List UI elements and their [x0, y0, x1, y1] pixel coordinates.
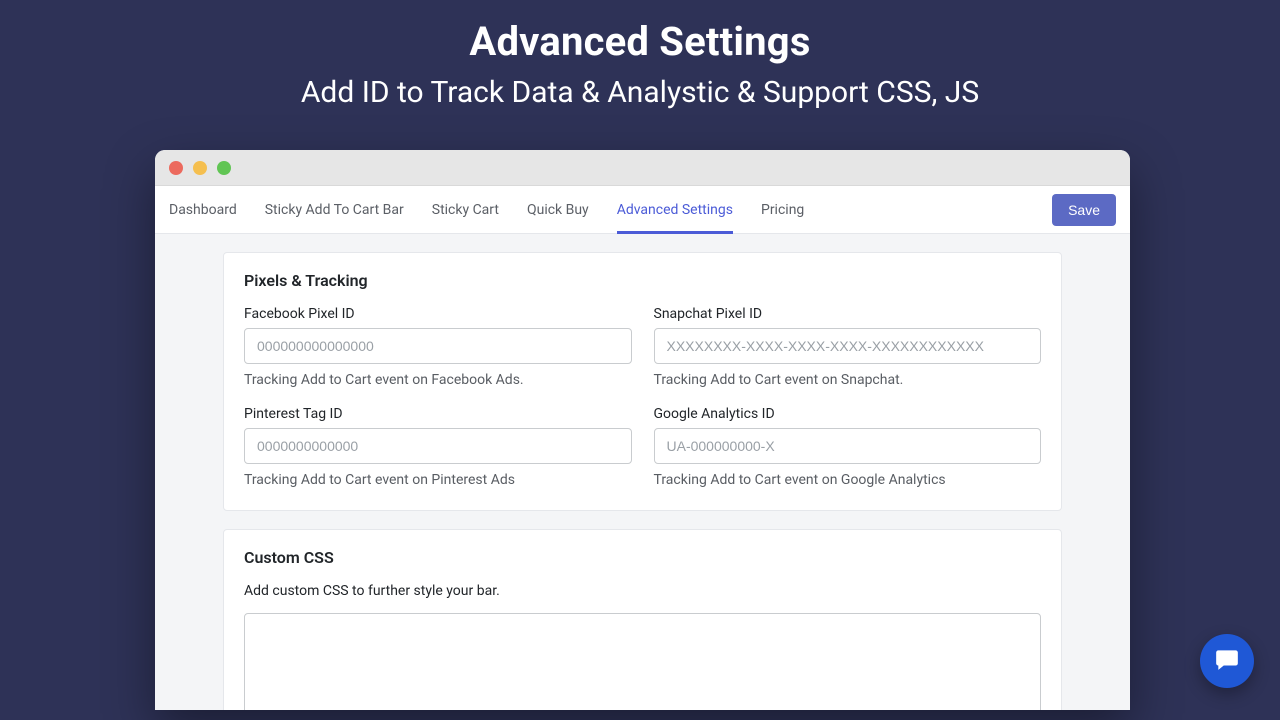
save-button[interactable]: Save	[1052, 194, 1116, 226]
pixels-card: Pixels & Tracking Facebook Pixel ID Trac…	[223, 252, 1062, 511]
page-subtitle: Add ID to Track Data & Analystic & Suppo…	[0, 75, 1280, 110]
snapchat-help: Tracking Add to Cart event on Snapchat.	[654, 372, 1042, 388]
snapchat-input[interactable]	[654, 328, 1042, 364]
pinterest-input[interactable]	[244, 428, 632, 464]
pinterest-field-group: Pinterest Tag ID Tracking Add to Cart ev…	[244, 406, 632, 488]
custom-css-input[interactable]	[244, 613, 1041, 710]
css-title: Custom CSS	[244, 548, 1041, 567]
facebook-help: Tracking Add to Cart event on Facebook A…	[244, 372, 632, 388]
tabs: Dashboard Sticky Add To Cart Bar Sticky …	[169, 186, 1052, 233]
snapchat-field-group: Snapchat Pixel ID Tracking Add to Cart e…	[654, 306, 1042, 388]
nav-bar: Dashboard Sticky Add To Cart Bar Sticky …	[155, 186, 1130, 234]
css-description: Add custom CSS to further style your bar…	[244, 583, 1041, 599]
fullscreen-icon[interactable]	[217, 161, 231, 175]
tab-sticky-cart[interactable]: Sticky Cart	[432, 186, 499, 233]
google-help: Tracking Add to Cart event on Google Ana…	[654, 472, 1042, 488]
pinterest-label: Pinterest Tag ID	[244, 406, 632, 422]
chat-button[interactable]	[1200, 634, 1254, 688]
facebook-label: Facebook Pixel ID	[244, 306, 632, 322]
minimize-icon[interactable]	[193, 161, 207, 175]
facebook-input[interactable]	[244, 328, 632, 364]
google-label: Google Analytics ID	[654, 406, 1042, 422]
pinterest-help: Tracking Add to Cart event on Pinterest …	[244, 472, 632, 488]
window-titlebar	[155, 150, 1130, 186]
page-title: Advanced Settings	[0, 18, 1280, 65]
tab-pricing[interactable]: Pricing	[761, 186, 804, 233]
chat-icon	[1214, 646, 1240, 676]
tab-dashboard[interactable]: Dashboard	[169, 186, 237, 233]
google-field-group: Google Analytics ID Tracking Add to Cart…	[654, 406, 1042, 488]
close-icon[interactable]	[169, 161, 183, 175]
custom-css-card: Custom CSS Add custom CSS to further sty…	[223, 529, 1062, 710]
facebook-field-group: Facebook Pixel ID Tracking Add to Cart e…	[244, 306, 632, 388]
pixels-title: Pixels & Tracking	[244, 271, 1041, 290]
snapchat-label: Snapchat Pixel ID	[654, 306, 1042, 322]
app-window: Dashboard Sticky Add To Cart Bar Sticky …	[155, 150, 1130, 710]
tab-advanced-settings[interactable]: Advanced Settings	[617, 186, 733, 233]
tab-sticky-add-to-cart[interactable]: Sticky Add To Cart Bar	[265, 186, 404, 233]
google-input[interactable]	[654, 428, 1042, 464]
tab-quick-buy[interactable]: Quick Buy	[527, 186, 589, 233]
